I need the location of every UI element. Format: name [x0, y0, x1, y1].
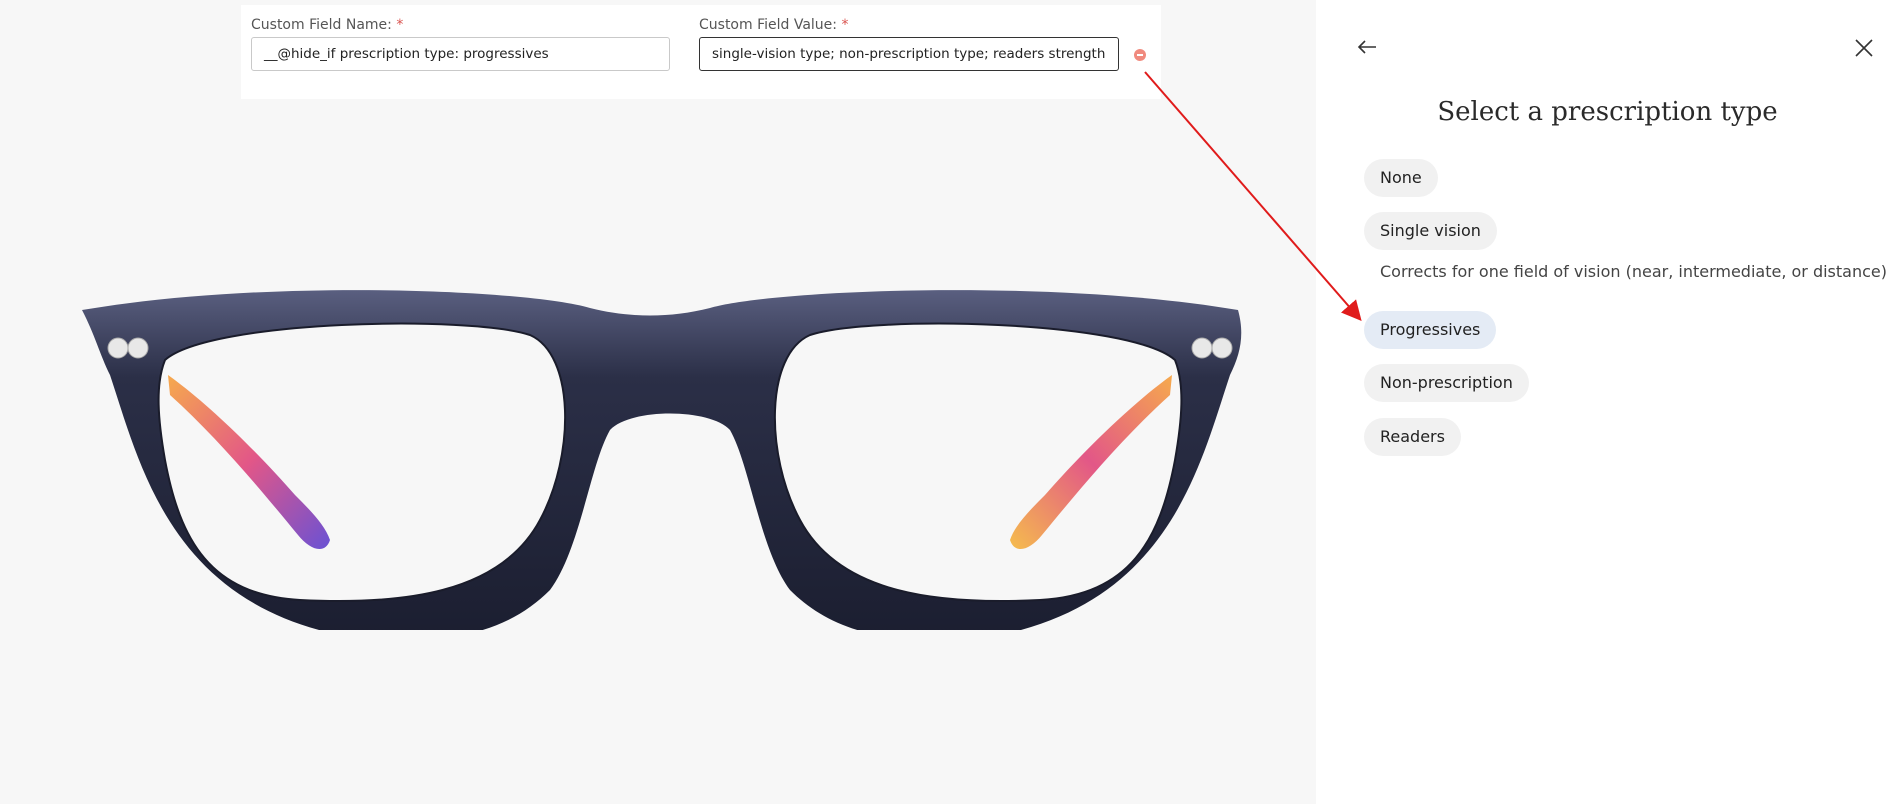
- custom-field-name-input[interactable]: __@hide_if prescription type: progressiv…: [251, 37, 670, 71]
- prescription-sidebar: Select a prescription type None Single v…: [1316, 0, 1899, 804]
- back-arrow-icon[interactable]: [1356, 36, 1378, 63]
- custom-field-value-label: Custom Field Value: *: [699, 17, 849, 33]
- sidebar-title: Select a prescription type: [1437, 97, 1778, 127]
- custom-field-name-label: Custom Field Name: *: [251, 17, 404, 33]
- remove-field-icon[interactable]: [1134, 49, 1146, 61]
- option-non-prescription[interactable]: Non-prescription: [1364, 364, 1529, 402]
- option-single-vision[interactable]: Single vision: [1364, 212, 1497, 250]
- product-stage: Custom Field Name: * __@hide_if prescrip…: [0, 0, 1316, 804]
- option-readers[interactable]: Readers: [1364, 418, 1461, 456]
- option-none[interactable]: None: [1364, 159, 1438, 197]
- close-icon[interactable]: [1853, 37, 1875, 64]
- custom-field-value-input[interactable]: single-vision type; non-prescription typ…: [699, 37, 1119, 71]
- option-progressives[interactable]: Progressives: [1364, 311, 1497, 349]
- required-marker: *: [841, 17, 849, 33]
- required-marker: *: [396, 17, 404, 33]
- eyeglasses-image: [82, 290, 1242, 630]
- option-single-vision-description: Corrects for one field of vision (near, …: [1380, 262, 1887, 281]
- custom-field-panel: Custom Field Name: * __@hide_if prescrip…: [241, 5, 1161, 99]
